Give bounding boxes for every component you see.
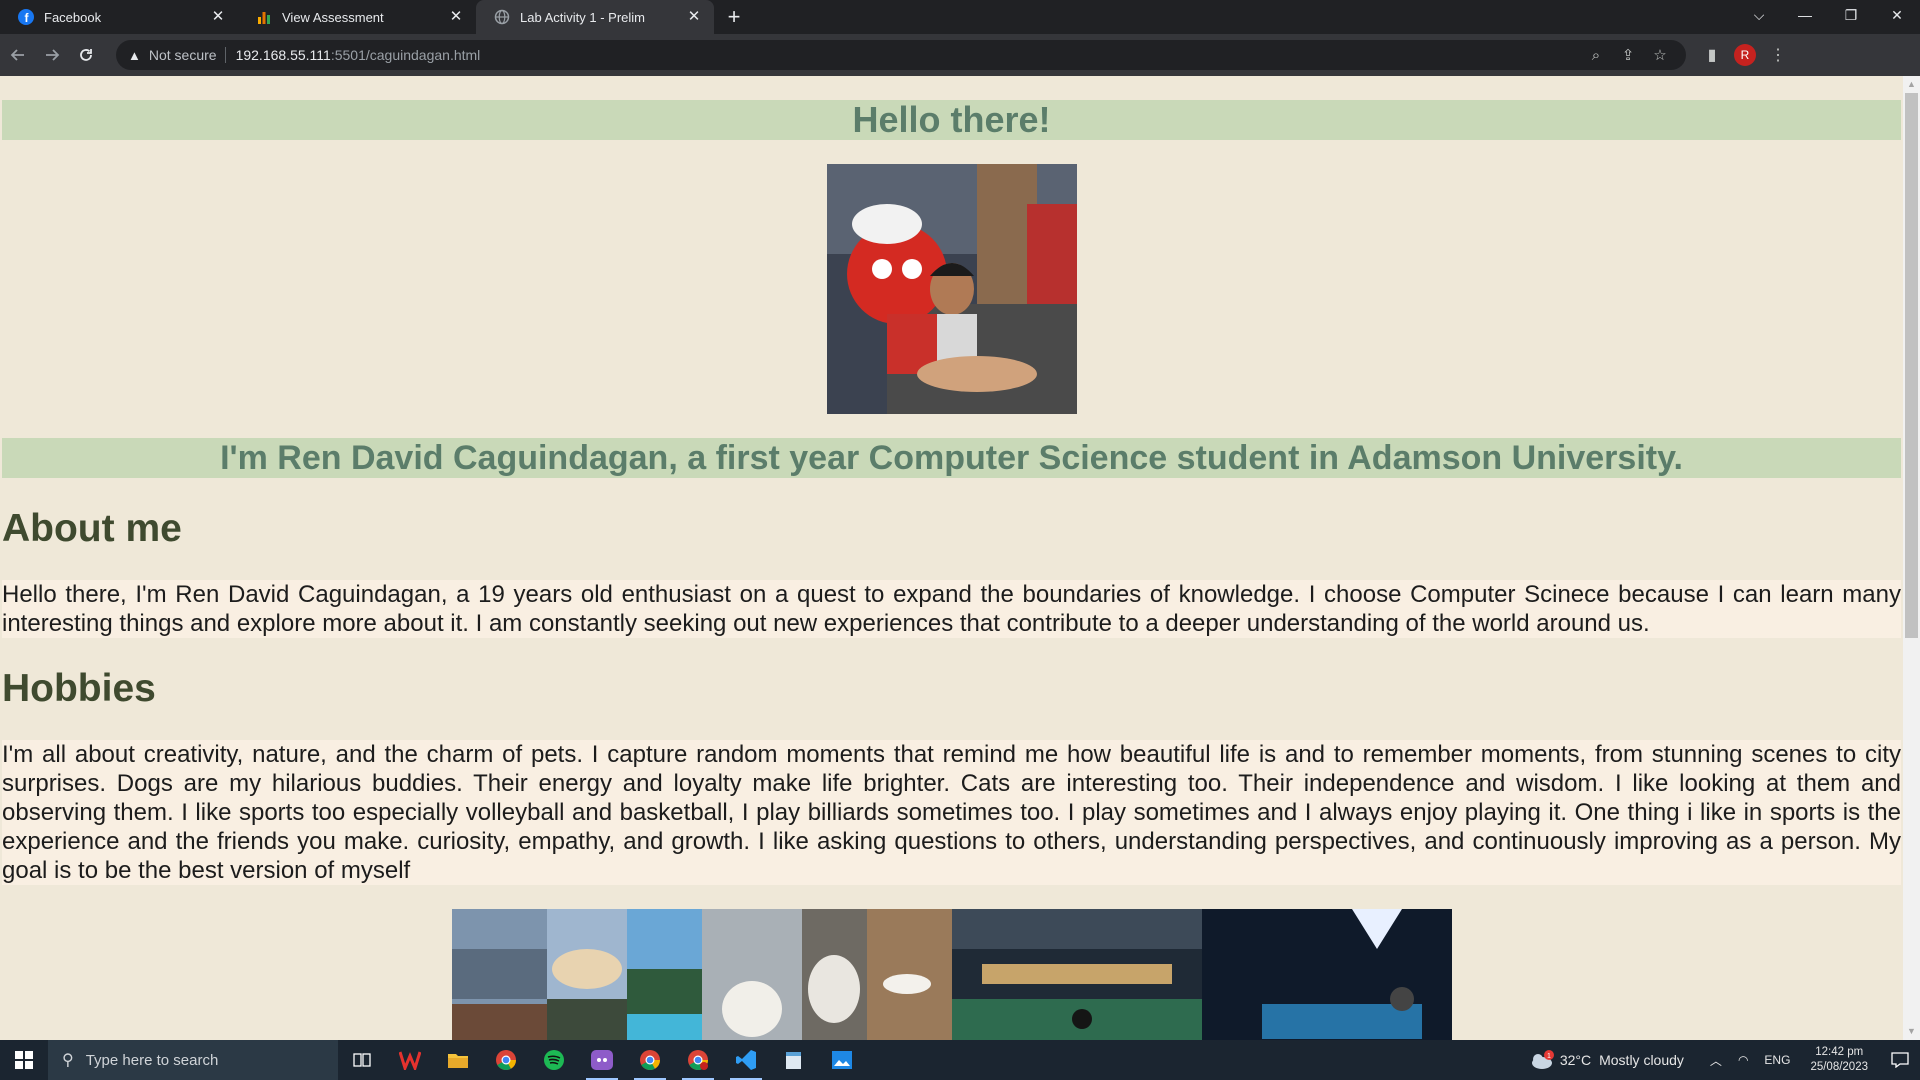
close-tab-icon[interactable]: ✕ — [686, 9, 702, 25]
globe-icon — [494, 9, 510, 25]
weather-condition: Mostly cloudy — [1599, 1052, 1684, 1068]
file-explorer-icon[interactable] — [434, 1040, 482, 1080]
close-tab-icon[interactable]: ✕ — [448, 9, 464, 25]
hobbies-heading: Hobbies — [2, 667, 156, 710]
language-indicator[interactable]: ENG — [1764, 1053, 1790, 1067]
facebook-icon: f — [18, 9, 34, 25]
start-button[interactable] — [0, 1040, 48, 1080]
chrome-profile-1-icon[interactable] — [626, 1040, 674, 1080]
address-bar[interactable]: ▲ Not secure 192.168.55.111:5501/caguind… — [116, 40, 1686, 70]
about-paragraph: Hello there, I'm Ren David Caguindagan, … — [2, 580, 1901, 638]
search-icon: ⚲ — [62, 1052, 74, 1069]
vscode-icon[interactable] — [722, 1040, 770, 1080]
divider — [224, 47, 226, 63]
new-tab-button[interactable]: + — [720, 0, 748, 34]
search-placeholder: Type here to search — [85, 1051, 219, 1069]
clock-time: 12:42 pm — [1815, 1046, 1864, 1058]
arrow-left-icon — [10, 49, 24, 61]
tab-title: Lab Activity 1 - Prelim — [520, 9, 645, 25]
toolbar-right: ▮ R ⋮ — [1696, 44, 1794, 66]
back-button[interactable] — [2, 39, 34, 71]
bar-chart-icon — [256, 9, 272, 25]
intro-heading: I'm Ren David Caguindagan, a first year … — [2, 438, 1901, 478]
wifi-icon[interactable]: ◠ — [1738, 1053, 1748, 1067]
discord-icon[interactable] — [578, 1040, 626, 1080]
share-icon[interactable]: ⇪ — [1612, 46, 1644, 64]
scrollbar-thumb[interactable] — [1905, 93, 1918, 638]
scroll-up-arrow-icon[interactable]: ▲ — [1903, 76, 1920, 93]
page-scrollbar[interactable]: ▲ ▼ — [1903, 76, 1920, 1040]
chevron-up-icon[interactable]: ︿ — [1710, 1052, 1722, 1069]
clock-date: 25/08/2023 — [1810, 1061, 1868, 1073]
gallery-photo-scenery — [451, 909, 702, 1040]
weather-widget[interactable]: 1 32°C Mostly cloudy — [1528, 1049, 1684, 1071]
profile-avatar[interactable]: R — [1734, 44, 1756, 66]
tab-title: Facebook — [44, 9, 102, 25]
close-window-icon[interactable]: ✕ — [1874, 0, 1920, 30]
minimize-icon[interactable]: — — [1782, 0, 1828, 30]
windows-logo-icon — [15, 1051, 33, 1069]
notification-icon[interactable] — [1880, 1040, 1920, 1080]
chrome-profile-2-icon[interactable] — [674, 1040, 722, 1080]
cloud-icon: 1 — [1531, 1050, 1554, 1069]
browser-toolbar: ▲ Not secure 192.168.55.111:5501/caguind… — [0, 34, 1920, 76]
reload-button[interactable] — [70, 39, 102, 71]
gallery-photo-billiards — [1201, 909, 1452, 1040]
page-body: Hello there! I'm Ren David Caguindagan, … — [2, 76, 1901, 1040]
tab-strip: f Facebook ✕ View Assessment ✕ Lab Activ… — [0, 0, 1920, 34]
temperature: 32°C — [1559, 1052, 1592, 1068]
wps-office-icon[interactable] — [386, 1040, 434, 1080]
chrome-icon[interactable] — [482, 1040, 530, 1080]
windows-taskbar: ⚲ Type here to search 1 32°C Mostly clou… — [0, 1040, 1920, 1080]
bookmark-star-icon[interactable]: ☆ — [1644, 46, 1676, 64]
gallery-photo-court — [951, 909, 1202, 1040]
task-view-icon[interactable] — [338, 1040, 386, 1080]
menu-kebab-icon[interactable]: ⋮ — [1762, 45, 1794, 65]
tab-view-assessment[interactable]: View Assessment ✕ — [238, 0, 476, 34]
weather-badge: 1 — [1547, 1053, 1551, 1060]
profile-photo — [826, 164, 1077, 414]
greeting-heading: Hello there! — [2, 100, 1901, 140]
about-heading: About me — [2, 507, 182, 550]
forward-button[interactable] — [36, 39, 68, 71]
tab-lab-activity[interactable]: Lab Activity 1 - Prelim ✕ — [476, 0, 714, 34]
gallery-photo-pets — [701, 909, 952, 1040]
photos-icon[interactable] — [818, 1040, 866, 1080]
tab-facebook[interactable]: f Facebook ✕ — [0, 0, 238, 34]
restore-icon[interactable]: ❐ — [1828, 0, 1874, 30]
page-viewport: Hello there! I'm Ren David Caguindagan, … — [0, 76, 1920, 1040]
scroll-down-arrow-icon[interactable]: ▼ — [1903, 1023, 1920, 1040]
reload-icon — [80, 49, 92, 61]
close-tab-icon[interactable]: ✕ — [210, 9, 226, 25]
clock[interactable]: 12:42 pm 25/08/2023 — [1810, 1045, 1868, 1075]
hobbies-paragraph: I'm all about creativity, nature, and th… — [2, 740, 1901, 885]
omnibox-actions: ⌕ ⇪ ☆ — [1580, 46, 1686, 65]
photo-gallery — [2, 909, 1901, 1040]
url-path: :5501/caguindagan.html — [330, 47, 481, 63]
warning-icon[interactable]: ▲ — [128, 48, 141, 63]
security-label[interactable]: Not secure — [149, 47, 217, 63]
system-tray: 1 32°C Mostly cloudy ︿ ◠ ENG 12:42 pm 25… — [1528, 1040, 1920, 1080]
spotify-icon[interactable] — [530, 1040, 578, 1080]
taskbar-search[interactable]: ⚲ Type here to search — [48, 1040, 338, 1080]
arrow-right-icon — [46, 49, 60, 61]
notepad-icon[interactable] — [770, 1040, 818, 1080]
tab-title: View Assessment — [282, 9, 384, 25]
side-panel-icon[interactable]: ▮ — [1696, 45, 1728, 65]
window-controls: ⌵ — ❐ ✕ — [1736, 0, 1920, 34]
tab-search-icon[interactable]: ⌵ — [1736, 0, 1782, 30]
url-host: 192.168.55.111 — [235, 47, 331, 63]
zoom-icon[interactable]: ⌕ — [1580, 47, 1612, 64]
